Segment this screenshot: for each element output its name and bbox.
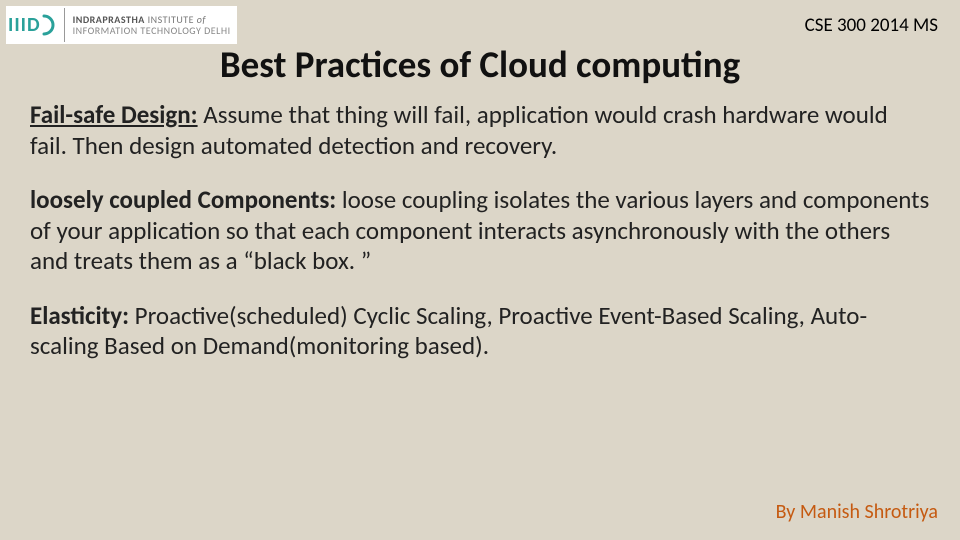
institute-logo: IIID INDRAPRASTHA INSTITUTE of INFORMATI… [6, 6, 237, 44]
slide: IIID INDRAPRASTHA INSTITUTE of INFORMATI… [0, 0, 960, 540]
logo-divider [64, 8, 65, 42]
author-credit: By Manish Shrotriya [776, 500, 938, 524]
logo-line2: INFORMATION TECHNOLOGY DELHI [73, 25, 231, 36]
section-failsafe: Fail-safe Design: Assume that thing will… [30, 100, 930, 161]
section-text: Proactive(scheduled) Cyclic Scaling, Pro… [30, 300, 867, 362]
slide-title: Best Practices of Cloud computing [0, 42, 960, 87]
logo-arc-icon [42, 14, 56, 36]
course-code: CSE 300 2014 MS [805, 14, 938, 37]
logo-text: INDRAPRASTHA INSTITUTE of INFORMATION TE… [73, 14, 231, 36]
logo-mark-letter: D [27, 13, 41, 37]
section-heading: loosely coupled Components: [30, 184, 336, 215]
section-elasticity: Elasticity: Proactive(scheduled) Cyclic … [30, 301, 930, 362]
section-loose-coupling: loosely coupled Components: loose coupli… [30, 185, 930, 277]
logo-mark: IIID [8, 13, 56, 37]
section-heading: Elasticity: [30, 300, 129, 331]
slide-body: Fail-safe Design: Assume that thing will… [30, 100, 930, 386]
logo-mark-prefix: III [8, 13, 27, 37]
section-heading: Fail-safe Design: [30, 99, 198, 130]
